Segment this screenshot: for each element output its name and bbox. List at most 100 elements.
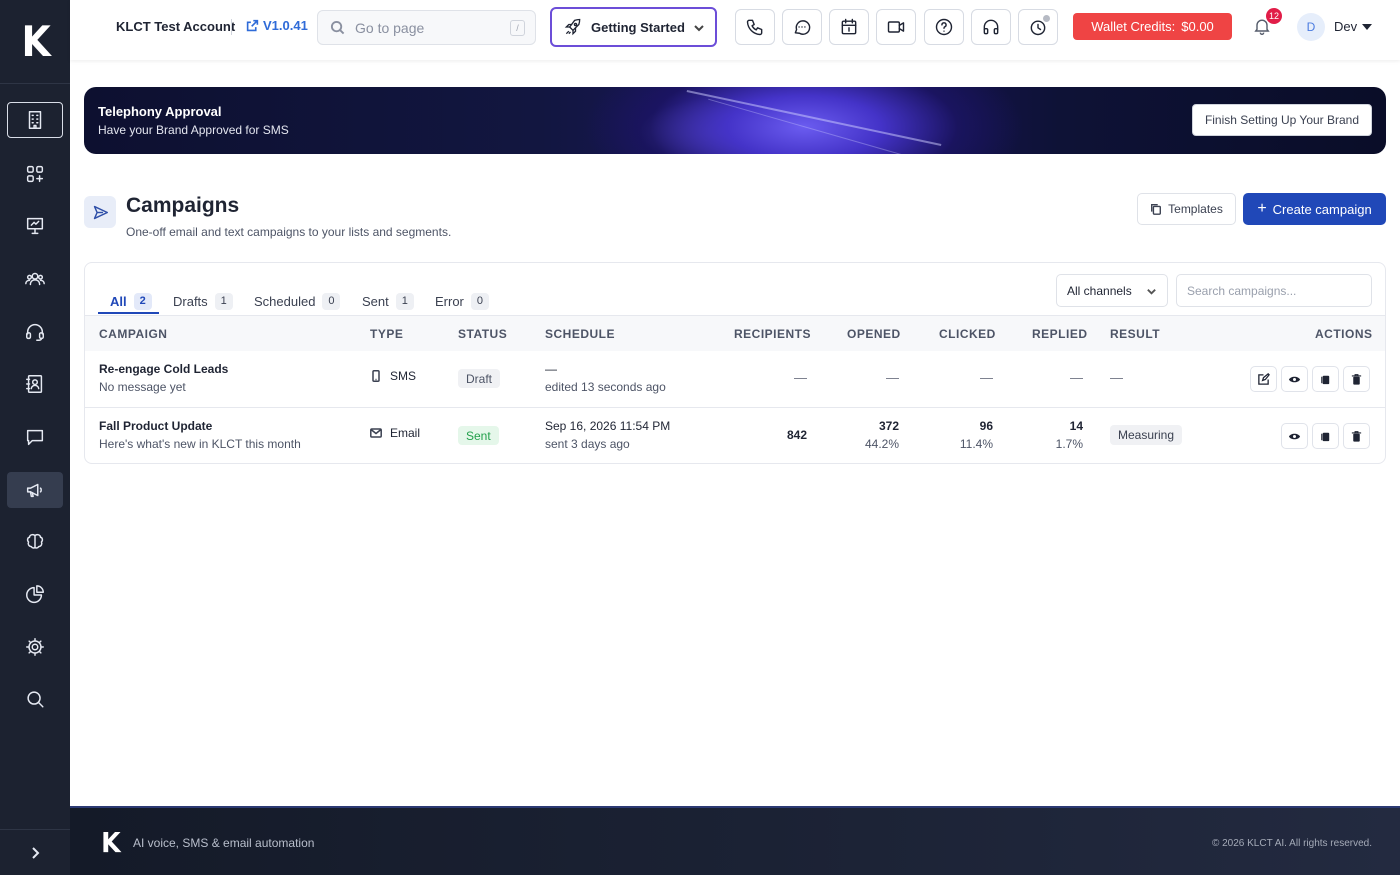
column-header-clicked[interactable]: CLICKED [939,327,996,341]
finish-brand-setup-button[interactable]: Finish Setting Up Your Brand [1192,104,1372,136]
campaign-type: Email [370,426,420,440]
tab-label: Sent [362,293,389,309]
create-campaign-button[interactable]: + Create campaign [1243,193,1386,225]
user-name[interactable]: Dev [1334,19,1357,34]
page-title: Campaigns [126,194,240,217]
campaign-description: No message yet [99,380,186,394]
support-button[interactable] [971,9,1011,45]
duplicate-button[interactable] [1312,423,1339,449]
tab-label: Scheduled [254,293,316,309]
pie-chart-icon [26,585,44,604]
getting-started-dropdown[interactable]: Getting Started [550,7,717,47]
help-button[interactable] [924,9,964,45]
copy-icon [1151,204,1162,215]
column-header-actions: ACTIONS [1315,327,1373,341]
sidebar-item-conversations[interactable] [7,419,63,455]
schedule-date: Sep 16, 2026 11:54 PM [545,419,671,433]
logo-letter: K [21,17,50,66]
edit-button[interactable] [1250,366,1277,392]
opened-rate: 44.2% [864,437,899,451]
banner-decoration [708,98,920,154]
eye-icon [1288,376,1301,382]
messages-button[interactable] [782,9,822,45]
tab-scheduled[interactable]: Scheduled 0 [254,287,341,315]
campaign-name[interactable]: Re-engage Cold Leads [99,362,228,376]
sidebar-item-search[interactable] [7,681,63,717]
column-header-status[interactable]: STATUS [458,327,507,341]
shortcut-hint: / [510,20,525,36]
footer: K AI voice, SMS & email automation © 202… [70,806,1400,875]
wallet-credits-button[interactable]: Wallet Credits: $0.00 [1073,13,1232,40]
tab-count: 1 [395,292,414,310]
sidebar-item-support[interactable] [7,314,63,350]
channel-filter-select[interactable]: All channels [1056,274,1168,307]
tab-count: 1 [214,292,233,310]
column-header-replied[interactable]: REPLIED [1032,327,1088,341]
tab-label: Drafts [173,293,208,309]
tab-all[interactable]: All 2 [110,287,152,315]
table-row[interactable]: Re-engage Cold Leads No message yet SMS … [85,351,1385,408]
column-header-opened[interactable]: OPENED [847,327,901,341]
column-header-recipients[interactable]: RECIPIENTS [734,327,811,341]
column-header-type[interactable]: TYPE [370,327,403,341]
footer-tagline: AI voice, SMS & email automation [133,836,315,850]
sidebar-item-campaigns[interactable] [7,472,63,508]
status-badge: Draft [458,369,501,388]
delete-button[interactable] [1343,366,1370,392]
sidebar-item-ai[interactable] [7,524,63,560]
view-button[interactable] [1281,423,1308,449]
sidebar-item-company[interactable] [7,102,63,138]
phone-button[interactable] [735,9,775,45]
table-header: CAMPAIGN TYPE STATUS SCHEDULE RECIPIENTS… [85,315,1385,351]
timer-button[interactable] [1018,9,1058,45]
column-header-campaign[interactable]: CAMPAIGN [99,327,167,341]
sidebar-item-directory[interactable] [7,366,63,402]
sidebar-expand-button[interactable] [0,829,70,875]
logo[interactable]: K [0,0,70,84]
tab-count: 2 [133,292,152,310]
opened-value: — [886,370,899,385]
account-name[interactable]: KLCT Test Account [116,19,235,34]
campaign-name[interactable]: Fall Product Update [99,419,212,433]
search-icon [27,691,44,708]
help-circle-icon [935,18,953,36]
smartphone-icon [372,370,380,382]
tab-sent[interactable]: Sent 1 [362,287,414,315]
schedule-meta: edited 13 seconds ago [545,380,666,394]
tab-drafts[interactable]: Drafts 1 [173,287,233,315]
search-campaigns-input[interactable] [1176,274,1372,307]
caret-down-icon[interactable] [1362,24,1372,30]
tab-error[interactable]: Error 0 [435,287,489,315]
calendar-button[interactable] [829,9,869,45]
campaign-type-label: SMS [390,369,417,383]
column-header-result[interactable]: RESULT [1110,327,1160,341]
opened-value: 372 [878,419,899,433]
sidebar-item-contacts[interactable] [7,261,63,297]
campaign-type-label: Email [390,426,421,440]
sidebar-item-dashboard[interactable] [7,208,63,244]
copy-icon [1321,432,1330,441]
delete-button[interactable] [1343,423,1370,449]
column-header-schedule[interactable]: SCHEDULE [545,327,615,341]
table-row[interactable]: Fall Product Update Here's what's new in… [85,408,1385,465]
external-link-icon [246,19,259,32]
video-button[interactable] [876,9,916,45]
version-link[interactable]: V1.0.41 [246,18,308,33]
sidebar-item-apps[interactable] [7,156,63,192]
goto-page-input[interactable]: Go to page / [317,10,536,45]
sidebar-item-reports[interactable] [7,577,63,613]
phone-icon [746,19,763,36]
users-icon [25,272,45,286]
avatar[interactable]: D [1297,13,1325,41]
chat-icon [26,429,44,446]
sidebar-item-settings[interactable] [7,629,63,665]
goto-placeholder: Go to page [355,19,425,36]
templates-button[interactable]: Templates [1137,193,1236,225]
view-button[interactable] [1281,366,1308,392]
duplicate-button[interactable] [1312,366,1339,392]
campaign-description: Here's what's new in KLCT this month [99,437,301,451]
headset-icon [26,324,44,341]
top-header: KLCT Test Account V1.0.41 Go to page / G… [70,0,1400,60]
trash-icon [1351,430,1362,442]
recipients-value: — [794,370,807,385]
